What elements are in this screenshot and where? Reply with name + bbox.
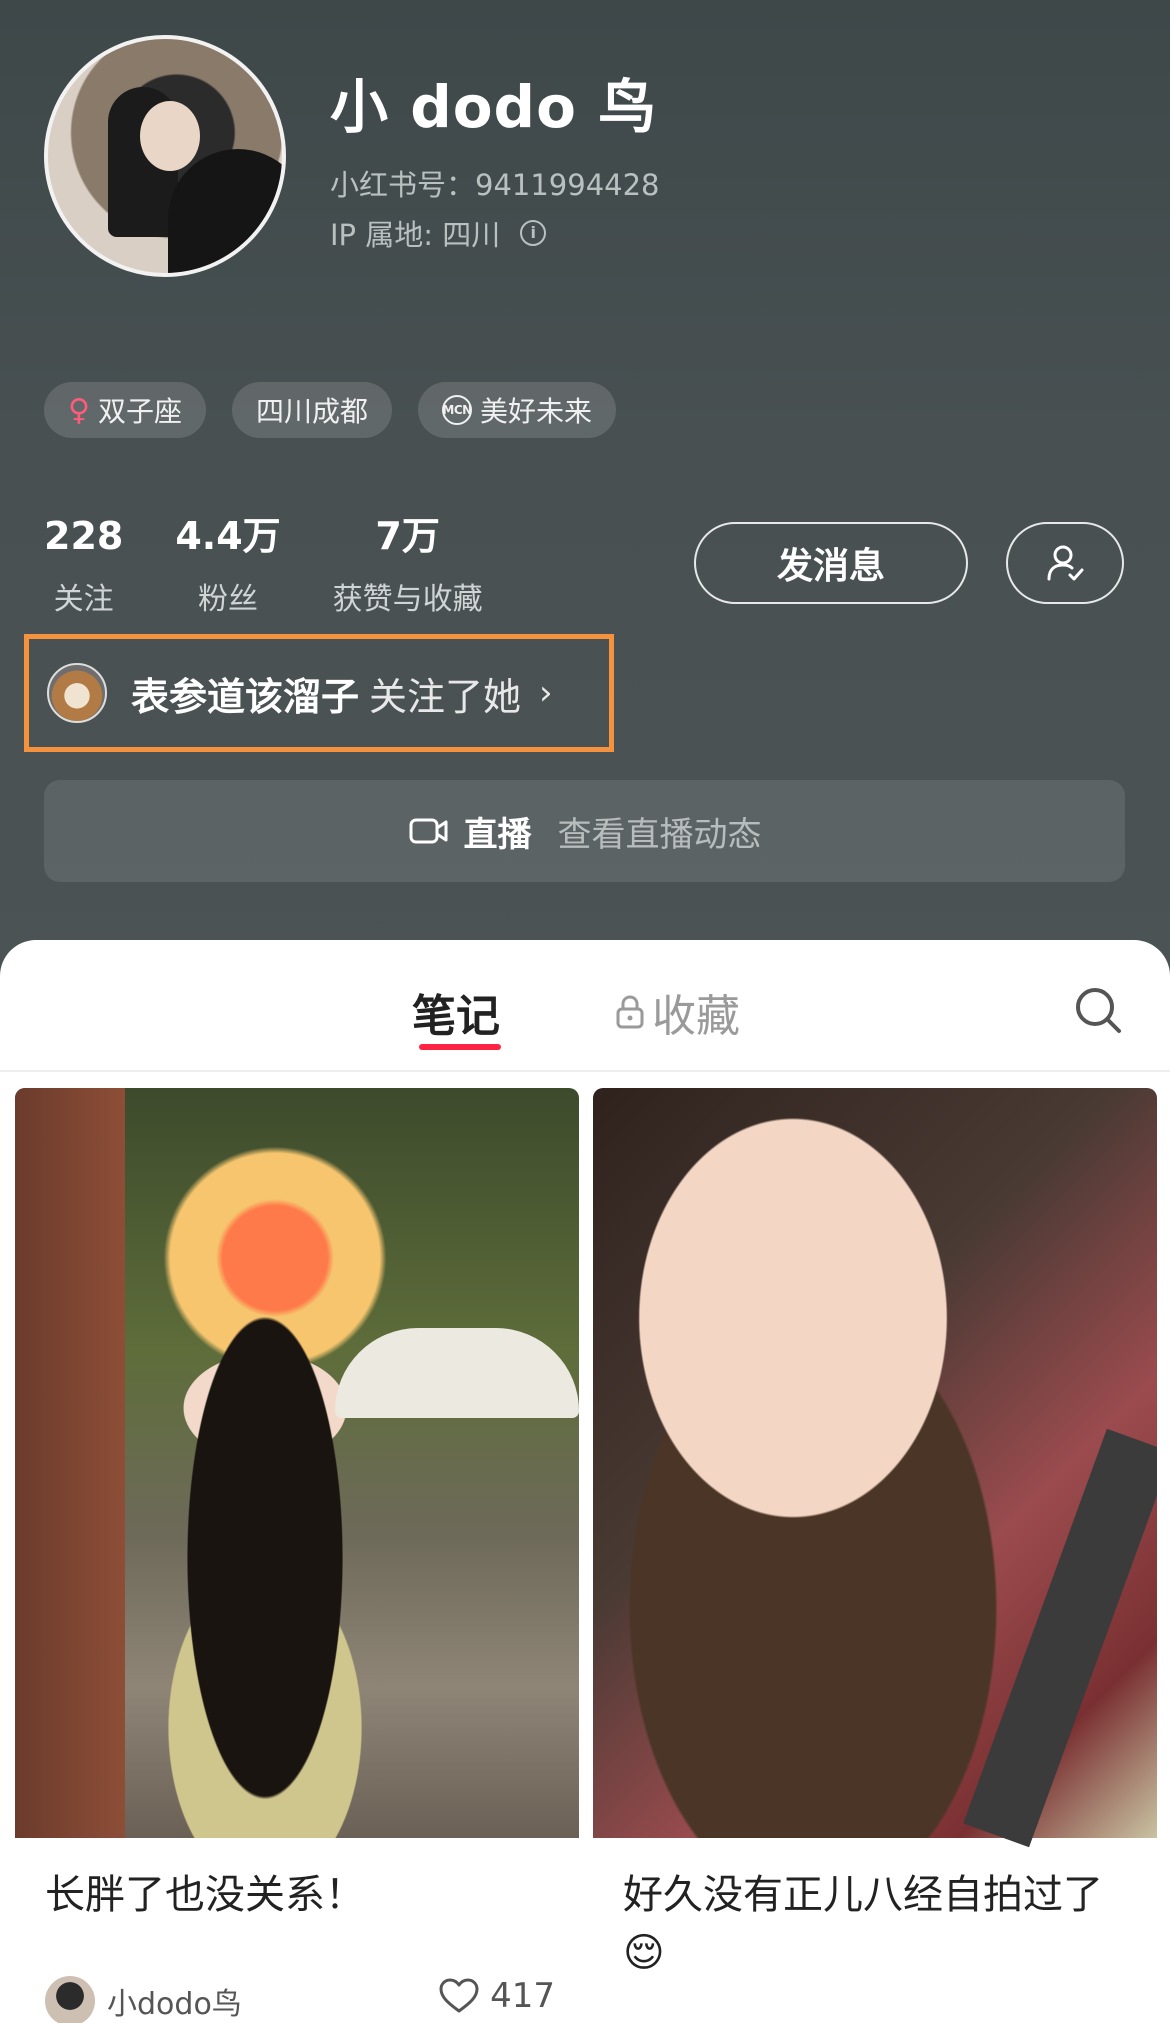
tab-collections[interactable]: 收藏 [614, 980, 740, 1044]
stat-likes[interactable]: 7万 获赞与收藏 [333, 512, 483, 618]
stat-followers-value: 4.4万 [175, 514, 281, 558]
ip-location-text: IP 属地: 四川 [330, 218, 501, 252]
stat-following-value: 228 [44, 514, 124, 558]
note-title: 长胖了也没关系！ [45, 1872, 365, 1918]
avatar-face [140, 101, 200, 171]
profile-tags: ♀ 双子座 四川成都 MCN 美好未来 [44, 382, 617, 438]
live-subtext: 查看直播动态 [557, 814, 762, 855]
note-card[interactable]: 好久没有正儿八经自拍过了😌 [593, 1088, 1157, 2023]
note-card[interactable]: 长胖了也没关系！ 小dodo鸟 417 [15, 1088, 579, 2023]
author-name: 小dodo鸟 [107, 1987, 242, 2022]
stat-following[interactable]: 228 关注 [44, 512, 123, 618]
profile-header: 小 dodo 鸟 小红书号：9411994428 IP 属地: 四川 i ♀ 双… [0, 0, 1170, 980]
tab-notes[interactable]: 笔记 [412, 980, 500, 1044]
tag-zodiac-label: 双子座 [97, 395, 182, 428]
profile-avatar[interactable] [44, 35, 286, 277]
red-id-text: 小红书号：9411994428 [330, 168, 660, 202]
like-count: 417 [490, 1976, 555, 2016]
heart-icon [439, 1978, 479, 2013]
content-tabs: 笔记 收藏 [0, 940, 1170, 1072]
note-author[interactable]: 小dodo鸟 [45, 1976, 242, 2023]
tag-location[interactable]: 四川成都 [232, 382, 393, 438]
info-icon[interactable]: i [520, 220, 547, 246]
note-cover-image [15, 1088, 579, 1838]
tag-zodiac[interactable]: ♀ 双子座 [44, 382, 206, 438]
ip-location: IP 属地: 四川 i [330, 212, 547, 254]
notes-section: 笔记 收藏 长胖了也没关系！ 小dodo鸟 417 好久没有正儿八经自拍过了😌 [0, 940, 1170, 2023]
tab-collections-label: 收藏 [652, 991, 740, 1042]
profile-nickname: 小 dodo 鸟 [330, 73, 658, 141]
mcn-icon: MCN [442, 395, 472, 425]
tag-mcn[interactable]: MCN 美好未来 [418, 382, 617, 438]
cover-umbrella-decor [335, 1328, 579, 1418]
followed-status-button[interactable] [1006, 522, 1124, 604]
female-icon: ♀ [68, 392, 90, 428]
active-tab-indicator [419, 1044, 501, 1050]
like-button[interactable]: 417 [438, 1976, 555, 2016]
profile-stats: 228 关注 4.4万 粉丝 7万 获赞与收藏 [44, 512, 535, 618]
mutual-follower-suffix: 关注了她 [369, 674, 522, 719]
stat-followers-label: 粉丝 [197, 582, 258, 617]
red-id[interactable]: 小红书号：9411994428 [330, 162, 660, 204]
mutual-follower-avatar [47, 663, 107, 723]
search-icon[interactable] [1074, 986, 1124, 1036]
author-avatar [45, 1976, 95, 2023]
tag-mcn-label: 美好未来 [480, 395, 593, 428]
stat-likes-value: 7万 [375, 514, 440, 558]
tag-location-label: 四川成都 [256, 395, 369, 428]
mutual-follow-banner[interactable]: 表参道该溜子 关注了她 › [24, 634, 614, 752]
live-entry[interactable]: 直播 查看直播动态 [44, 780, 1125, 882]
cover-wall-decor [15, 1088, 125, 1838]
stat-likes-label: 获赞与收藏 [332, 582, 483, 617]
note-title: 好久没有正儿八经自拍过了😌 [623, 1872, 1103, 1976]
cover-seatbelt-decor [963, 1428, 1157, 1848]
lock-icon [616, 995, 644, 1029]
stat-followers[interactable]: 4.4万 粉丝 [175, 512, 280, 618]
video-camera-icon [409, 818, 447, 844]
stat-following-label: 关注 [53, 582, 114, 617]
chevron-right-icon: › [539, 673, 553, 713]
user-check-icon [1047, 545, 1084, 581]
note-cover-image [593, 1088, 1157, 1848]
send-message-button[interactable]: 发消息 [694, 522, 968, 604]
avatar-body [168, 149, 282, 273]
live-label: 直播 [463, 814, 532, 855]
mutual-follower-name: 表参道该溜子 [131, 674, 360, 719]
